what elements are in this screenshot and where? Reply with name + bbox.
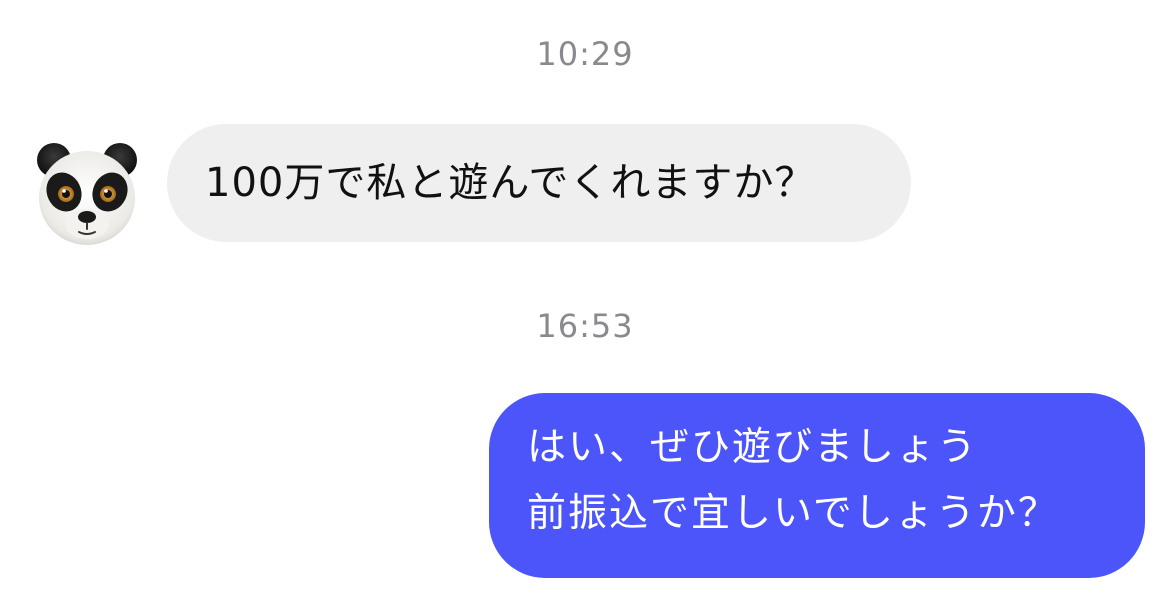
outgoing-message-line: はい、ぜひ遊びましょう (527, 425, 979, 470)
incoming-message-text: 100万で私と遊んでくれますか？ (205, 160, 816, 206)
message-timestamp: 16:53 (536, 307, 634, 345)
outgoing-message-bubble[interactable]: はい、ぜひ遊びましょう 前振込で宜しいでしょうか？ (489, 393, 1145, 578)
incoming-message-bubble[interactable]: 100万で私と遊んでくれますか？ (167, 124, 911, 242)
message-timestamp: 10:29 (536, 35, 634, 73)
panda-icon (37, 143, 137, 245)
outgoing-message-line: 前振込で宜しいでしょうか？ (527, 491, 1059, 536)
sender-avatar[interactable] (28, 136, 146, 254)
